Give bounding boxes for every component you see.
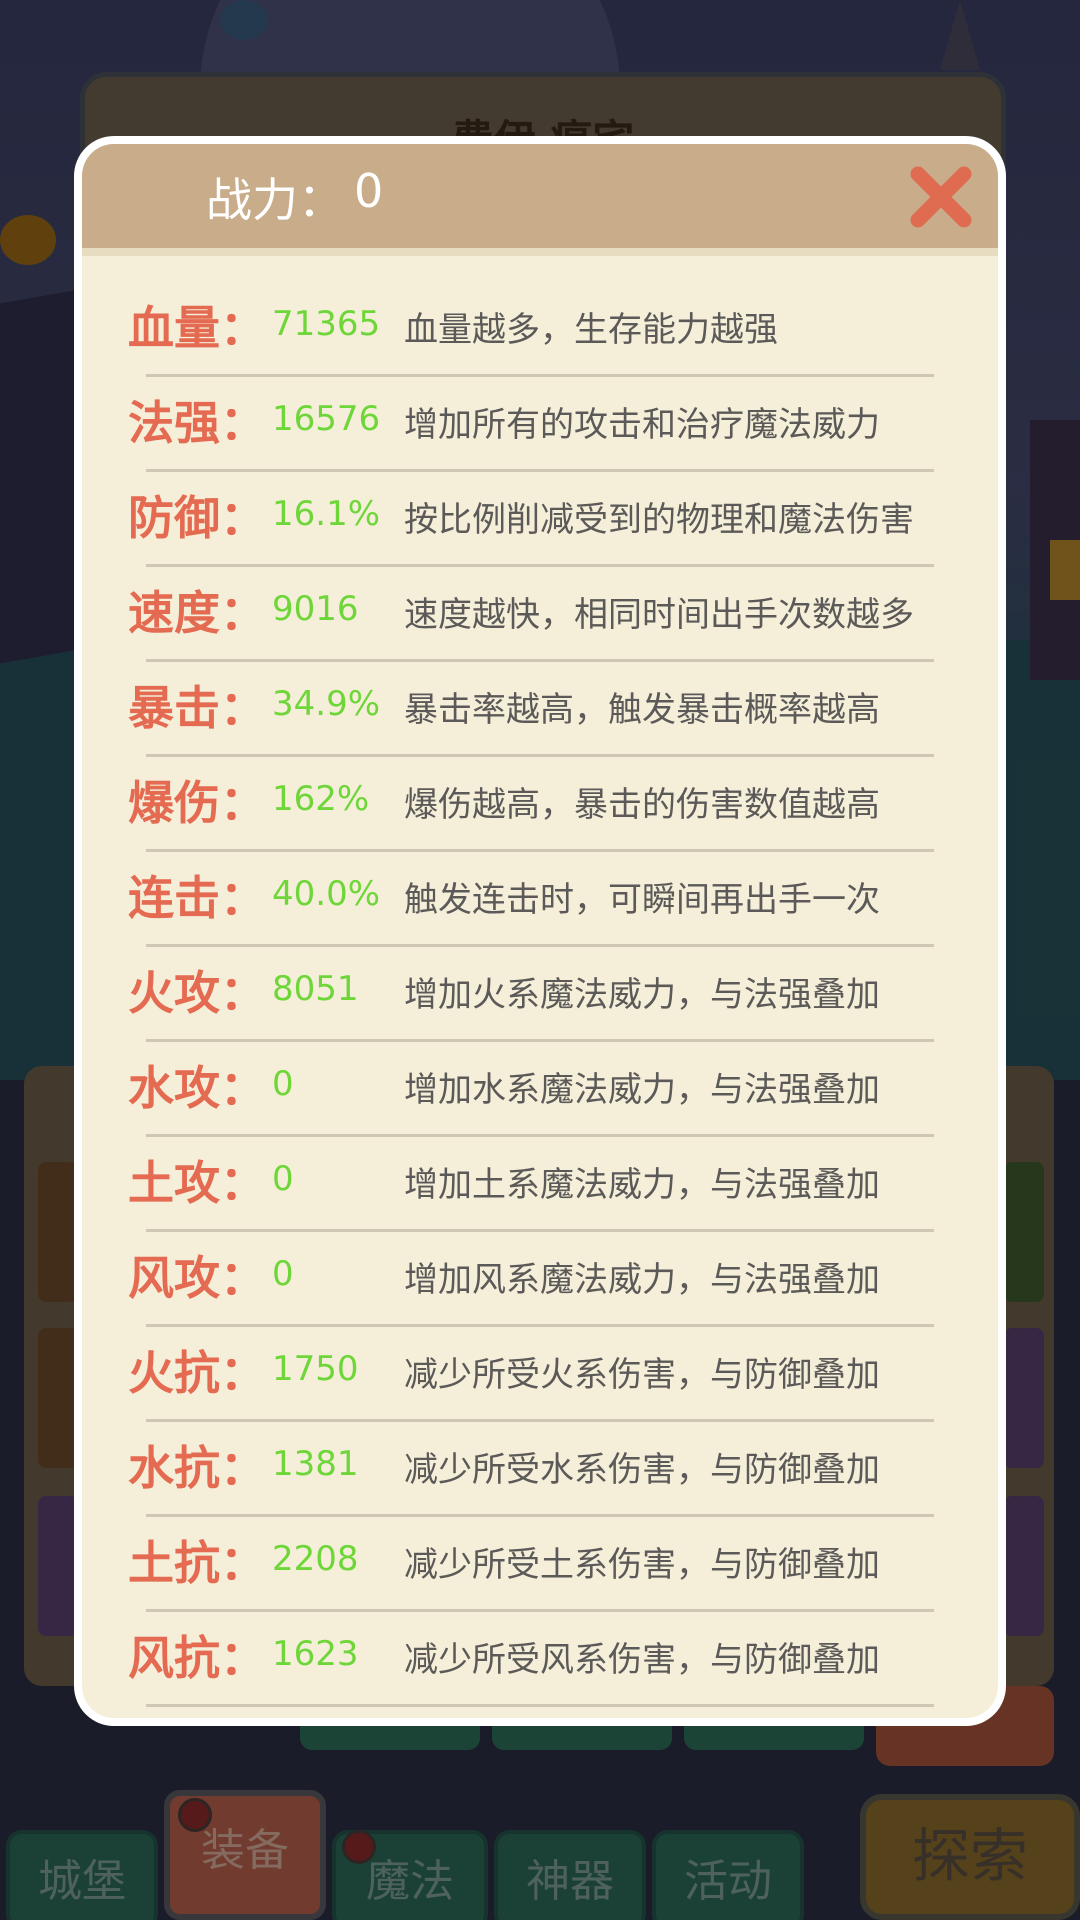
stat-value: 40.0% <box>272 874 381 914</box>
stat-description: 速度越快，相同时间出手次数越多 <box>404 595 914 635</box>
close-button[interactable] <box>906 162 976 232</box>
stat-value: 34.9% <box>272 684 381 724</box>
stat-row: 土攻： 0 增加土系魔法威力，与法强叠加 <box>82 1137 998 1232</box>
stat-description: 爆伤越高，暴击的伤害数值越高 <box>404 785 880 825</box>
stat-name: 水攻： <box>128 1061 266 1115</box>
stat-description: 增加土系魔法威力，与法强叠加 <box>404 1165 880 1205</box>
stat-value: 2208 <box>272 1539 359 1579</box>
stat-name: 法强： <box>128 396 266 450</box>
stat-value: 9016 <box>272 589 359 629</box>
stat-row: 暴击： 34.9% 暴击率越高，触发暴击概率越高 <box>82 662 998 757</box>
stat-value: 8051 <box>272 969 359 1009</box>
stat-row: 水攻： 0 增加水系魔法威力，与法强叠加 <box>82 1042 998 1137</box>
stat-name: 火抗： <box>128 1346 266 1400</box>
stat-name: 火攻： <box>128 966 266 1020</box>
stat-description: 血量越多，生存能力越强 <box>404 310 778 350</box>
stat-name: 水抗： <box>128 1441 266 1495</box>
stat-value: 16576 <box>272 399 381 439</box>
stat-value: 0 <box>272 1254 294 1294</box>
stats-modal: 战力： 0 血量： 71365 血量越多，生存能力越强法强： 16576 增加所有的攻击… <box>74 136 1006 1726</box>
combat-power-value: 0 <box>354 164 384 218</box>
stat-description: 减少所受水系伤害，与防御叠加 <box>404 1450 880 1490</box>
stat-name: 风攻： <box>128 1251 266 1305</box>
stat-description: 触发连击时，可瞬间再出手一次 <box>404 880 880 920</box>
stat-row: 火抗： 1750 减少所受火系伤害，与防御叠加 <box>82 1327 998 1422</box>
stat-name: 暴击： <box>128 681 266 735</box>
stat-name: 爆伤： <box>128 776 266 830</box>
modal-header: 战力： 0 <box>82 144 998 256</box>
stat-row: 爆伤： 162% 爆伤越高，暴击的伤害数值越高 <box>82 757 998 852</box>
stat-description: 增加水系魔法威力，与法强叠加 <box>404 1070 880 1110</box>
stat-row: 防御： 16.1% 按比例削减受到的物理和魔法伤害 <box>82 472 998 567</box>
stats-modal-body: 战力： 0 血量： 71365 血量越多，生存能力越强法强： 16576 增加所有的攻击… <box>82 144 998 1718</box>
stat-row: 连击： 40.0% 触发连击时，可瞬间再出手一次 <box>82 852 998 947</box>
stat-row: 风攻： 0 增加风系魔法威力，与法强叠加 <box>82 1232 998 1327</box>
stat-description: 减少所受土系伤害，与防御叠加 <box>404 1545 880 1585</box>
stat-value: 1381 <box>272 1444 359 1484</box>
stat-row: 法强： 16576 增加所有的攻击和治疗魔法威力 <box>82 377 998 472</box>
stat-description: 增加所有的攻击和治疗魔法威力 <box>404 405 880 445</box>
stat-name: 风抗： <box>128 1631 266 1685</box>
stat-value: 16.1% <box>272 494 381 534</box>
stat-value: 0 <box>272 1159 294 1199</box>
stat-name: 土抗： <box>128 1536 266 1590</box>
stat-name: 血量： <box>128 301 266 355</box>
stat-name: 连击： <box>128 871 266 925</box>
stat-row: 速度： 9016 速度越快，相同时间出手次数越多 <box>82 567 998 662</box>
stat-value: 71365 <box>272 304 381 344</box>
combat-power-label: 战力： <box>206 173 344 227</box>
stat-description: 减少所受风系伤害，与防御叠加 <box>404 1640 880 1680</box>
stat-description: 增加火系魔法威力，与法强叠加 <box>404 975 880 1015</box>
stat-row: 水抗： 1381 减少所受水系伤害，与防御叠加 <box>82 1422 998 1517</box>
stat-name: 土攻： <box>128 1156 266 1210</box>
close-x-icon <box>910 166 972 228</box>
stat-name: 速度： <box>128 586 266 640</box>
stat-value: 162% <box>272 779 370 819</box>
stat-row: 土抗： 2208 减少所受土系伤害，与防御叠加 <box>82 1517 998 1612</box>
stat-description: 暴击率越高，触发暴击概率越高 <box>404 690 880 730</box>
stat-value: 0 <box>272 1064 294 1104</box>
stat-description: 增加风系魔法威力，与法强叠加 <box>404 1260 880 1300</box>
stat-description: 按比例削减受到的物理和魔法伤害 <box>404 500 914 540</box>
stat-row: 火攻： 8051 增加火系魔法威力，与法强叠加 <box>82 947 998 1042</box>
row-divider <box>146 1704 934 1707</box>
stats-list: 血量： 71365 血量越多，生存能力越强法强： 16576 增加所有的攻击和治疗魔法威… <box>82 282 998 1707</box>
stat-row: 风抗： 1623 减少所受风系伤害，与防御叠加 <box>82 1612 998 1707</box>
stat-row: 血量： 71365 血量越多，生存能力越强 <box>82 282 998 377</box>
stat-name: 防御： <box>128 491 266 545</box>
stat-description: 减少所受火系伤害，与防御叠加 <box>404 1355 880 1395</box>
stat-value: 1623 <box>272 1634 359 1674</box>
stat-value: 1750 <box>272 1349 359 1389</box>
